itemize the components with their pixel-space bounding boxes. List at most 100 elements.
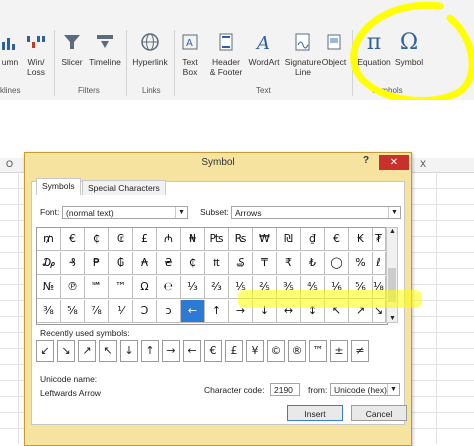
symbol-cell[interactable]: ⅝ [61,300,85,323]
recent-symbol-cell[interactable]: ≠ [351,340,369,362]
symbol-cell[interactable]: ₭ [349,228,373,251]
annotation-highlight [238,290,422,308]
close-button[interactable]: ✕ [379,155,409,170]
symbol-cell[interactable]: ⅞ [85,300,109,323]
subset-select[interactable]: Arrows ▼ [231,206,401,219]
recent-symbol-cell[interactable]: ± [330,340,348,362]
recent-symbol-cell[interactable]: ↖ [99,340,117,362]
cancel-button[interactable]: Cancel [351,405,407,421]
symbol-cell[interactable]: ₴ [157,252,181,275]
symbol-cell[interactable]: % [349,252,373,275]
symbol-cell[interactable]: ₨ [229,228,253,251]
svg-text:A: A [186,38,193,49]
symbol-cell[interactable]: ₹ [277,252,301,275]
symbol-cell[interactable]: ℗ [61,276,85,299]
recent-symbol-cell[interactable]: © [267,340,285,362]
recent-symbol-cell[interactable]: ← [183,340,201,362]
symbol-cell[interactable]: ₥ [37,228,61,251]
chevron-down-icon: ▼ [388,207,400,218]
font-select[interactable]: (normal text) ▼ [62,206,188,219]
symbol-cell[interactable]: ℠ [85,276,109,299]
column-sparkline-button[interactable]: umn [0,32,20,67]
column-header-x[interactable]: X [420,159,426,169]
symbol-cell[interactable]: £ [133,228,157,251]
hyperlink-button[interactable]: Hyperlink [130,32,170,67]
dialog-titlebar[interactable]: Symbol ? ✕ [25,153,411,173]
ribbon-separator [174,30,175,96]
symbol-cell[interactable]: € [61,228,85,251]
recent-symbol-cell[interactable]: ↓ [120,340,138,362]
symbol-cell[interactable]: € [325,228,349,251]
scroll-up-icon[interactable]: ▲ [387,228,398,235]
text-box-button[interactable]: A Text Box [178,32,202,77]
group-label-links: Links [142,86,161,95]
column-header-o[interactable]: O [6,159,13,169]
recent-symbol-cell[interactable]: ↙ [36,340,54,362]
subset-label: Subset: [200,207,229,217]
symbol-cell[interactable]: № [37,276,61,299]
signature-line-button[interactable]: Signature Line [284,32,322,77]
slicer-button[interactable]: Slicer [58,32,86,67]
gridline [436,172,437,444]
symbol-cell[interactable]: ⅜ [37,300,61,323]
recent-symbol-cell[interactable]: → [162,340,180,362]
from-select[interactable]: Unicode (hex) ▼ [330,383,400,396]
tab-special-characters[interactable]: Special Characters [82,180,166,195]
symbol-cell[interactable]: ₲ [109,252,133,275]
symbol-cell[interactable]: ₩ [253,228,277,251]
symbol-cell[interactable]: ₪ [277,228,301,251]
symbol-cell[interactable]: ₼ [157,228,181,251]
symbol-cell[interactable]: ↑ [205,300,229,323]
from-label: from: [308,385,328,395]
symbol-cell[interactable]: ₦ [181,228,205,251]
symbol-cell[interactable]: ₮ [372,228,386,251]
timeline-button[interactable]: Timeline [88,32,122,67]
symbol-cell[interactable]: Ω [133,276,157,299]
winloss-sparkline-button[interactable]: Win/ Loss [22,32,50,77]
recent-symbols: ↙ ↘ ↗ ↖ ↓ ↑ → ← € £ ¥ © ® ™ ± ≠ [36,340,386,362]
symbol-cell[interactable]: ₸ [253,252,277,275]
recent-symbol-cell[interactable]: € [204,340,222,362]
timeline-icon [88,32,122,54]
symbol-cell[interactable]: ₵ [85,228,109,251]
symbol-cell[interactable]: ₵ [181,252,205,275]
recent-symbol-cell[interactable]: ™ [309,340,327,362]
symbol-cell[interactable]: ℮ [157,276,181,299]
symbol-cell[interactable]: Ↄ [133,300,157,323]
wordart-button[interactable]: A WordArt [246,32,282,67]
symbol-cell[interactable]: ₷ [229,252,253,275]
tab-symbols[interactable]: Symbols [36,178,81,195]
symbol-cell[interactable]: ™ [109,276,133,299]
symbol-cell[interactable]: ₱ [85,252,109,275]
symbol-cell[interactable]: ⅔ [205,276,229,299]
help-button[interactable]: ? [363,155,369,166]
recent-symbol-cell[interactable]: ↘ [57,340,75,362]
symbol-cell[interactable]: ₶ [205,252,229,275]
recent-symbol-cell[interactable]: ↑ [141,340,159,362]
symbol-cell[interactable]: ₯ [37,252,61,275]
scroll-down-icon[interactable]: ▼ [387,315,398,322]
symbol-cell[interactable]: ₫ [301,228,325,251]
symbol-cell[interactable]: ₧ [205,228,229,251]
winloss-sparkline-icon [22,32,50,54]
symbol-cell[interactable]: ₺ [301,252,325,275]
unicode-name-value: Leftwards Arrow [40,388,101,398]
symbol-cell[interactable]: ₰ [61,252,85,275]
recent-symbol-cell[interactable]: ® [288,340,306,362]
character-code-input[interactable]: 2190 [270,383,300,396]
symbol-cell[interactable]: ₢ [109,228,133,251]
symbol-grid-scrollbar[interactable]: ▲ ▼ [386,227,398,323]
group-label-filters: Filters [78,86,100,95]
symbol-cell[interactable]: ℓ [372,252,386,275]
recent-symbol-cell[interactable]: ¥ [246,340,264,362]
header-footer-button[interactable]: Header & Footer [206,32,246,77]
insert-button[interactable]: Insert [287,405,343,421]
recent-symbol-cell[interactable]: £ [225,340,243,362]
symbol-cell[interactable]: ← [181,300,205,323]
symbol-cell[interactable]: ⅓ [181,276,205,299]
symbol-cell[interactable]: ⅟ [109,300,133,323]
symbol-cell[interactable]: ↄ [157,300,181,323]
symbol-cell[interactable]: ₳ [133,252,157,275]
symbol-cell[interactable]: ◯ [325,252,349,275]
recent-symbol-cell[interactable]: ↗ [78,340,96,362]
